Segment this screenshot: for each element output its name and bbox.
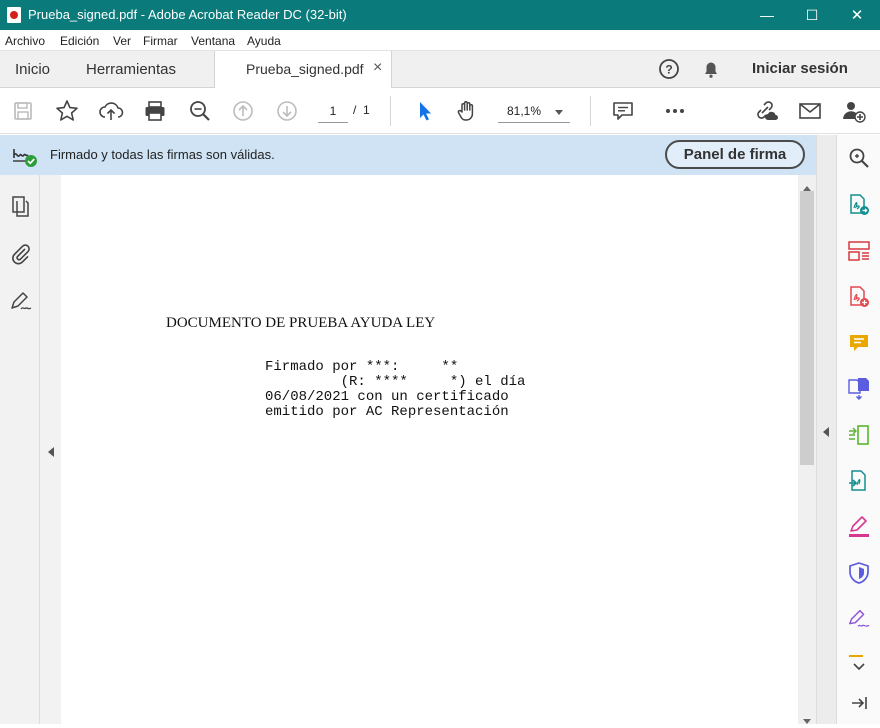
tab-close-icon[interactable]: ×: [373, 59, 382, 77]
next-page-icon[interactable]: [273, 97, 301, 125]
page-total-label: / 1: [353, 103, 370, 117]
create-pdf-icon[interactable]: [847, 285, 871, 309]
vertical-scrollbar[interactable]: [798, 175, 816, 724]
search-zoom-icon[interactable]: [847, 146, 871, 170]
document-line-4: emitido por AC Representación: [265, 404, 509, 420]
signature-pen-icon[interactable]: [8, 289, 34, 313]
chevron-down-icon: [554, 105, 564, 120]
bookmark-star-icon[interactable]: [53, 97, 81, 125]
signature-panel-button[interactable]: Panel de firma: [665, 140, 805, 169]
zoom-dropdown[interactable]: 81,1%: [498, 101, 570, 123]
zoom-value: 81,1%: [507, 104, 542, 118]
right-panel-collapse[interactable]: [816, 135, 836, 724]
maximize-button[interactable]: ☐: [789, 0, 835, 30]
menu-ventana[interactable]: Ventana: [191, 34, 235, 48]
document-line-3: 06/08/2021 con un certificado: [265, 389, 509, 405]
hand-tool-icon[interactable]: [453, 97, 481, 125]
print-icon[interactable]: [141, 97, 169, 125]
menu-ver[interactable]: Ver: [113, 34, 131, 48]
tab-document[interactable]: Prueba_signed.pdf ×: [214, 51, 392, 88]
save-icon[interactable]: [9, 97, 37, 125]
attachments-paperclip-icon[interactable]: [9, 242, 33, 266]
toolbar-divider: [590, 96, 591, 126]
menu-archivo[interactable]: Archivo: [5, 34, 45, 48]
toolbar: 1 / 1 81,1%: [0, 88, 880, 134]
document-line-2: (R: **** *) el día: [265, 374, 526, 390]
share-pdf-icon[interactable]: [847, 469, 871, 493]
scrollbar-thumb[interactable]: [800, 191, 814, 465]
request-signature-icon[interactable]: [847, 607, 871, 631]
comment-icon[interactable]: [609, 97, 637, 125]
left-navigation-panel: [0, 175, 40, 724]
document-page: DOCUMENTO DE PRUEBA AYUDA LEY Firmado po…: [61, 175, 798, 724]
combine-files-icon[interactable]: [847, 377, 871, 401]
organize-pages-icon[interactable]: [847, 239, 871, 263]
protect-shield-icon[interactable]: [847, 561, 871, 585]
document-heading: DOCUMENTO DE PRUEBA AYUDA LEY: [166, 315, 436, 331]
menu-edicion[interactable]: Edición: [60, 34, 99, 48]
svg-text:?: ?: [665, 63, 672, 77]
email-icon[interactable]: [796, 97, 824, 125]
fill-and-sign-icon[interactable]: [847, 515, 871, 539]
menu-firmar[interactable]: Firmar: [143, 34, 178, 48]
left-panel-collapse[interactable]: [40, 175, 61, 724]
notification-bell-icon[interactable]: [700, 58, 722, 80]
select-cursor-icon[interactable]: [410, 97, 438, 125]
toolbar-divider: [390, 96, 391, 126]
title-bar: Prueba_signed.pdf - Adobe Acrobat Reader…: [0, 0, 880, 30]
comment-tool-icon[interactable]: [847, 331, 871, 355]
collapse-right-arrow-icon[interactable]: [822, 425, 830, 440]
export-pdf-icon[interactable]: [847, 193, 871, 217]
page-number-input[interactable]: 1: [318, 101, 348, 123]
window-title: Prueba_signed.pdf - Adobe Acrobat Reader…: [28, 7, 347, 22]
more-options-icon[interactable]: [661, 97, 689, 125]
signature-valid-icon: [11, 143, 39, 169]
minimize-button[interactable]: —: [744, 0, 790, 30]
share-link-icon[interactable]: [752, 97, 780, 125]
page-thumbnails-icon[interactable]: [9, 195, 33, 219]
pdf-app-icon: [7, 7, 21, 23]
scroll-down-arrow-icon[interactable]: [803, 713, 811, 728]
collapse-left-arrow-icon[interactable]: [47, 445, 55, 460]
tab-herramientas[interactable]: Herramientas: [86, 51, 176, 88]
cloud-upload-icon[interactable]: [97, 97, 125, 125]
edit-pdf-icon[interactable]: [847, 423, 871, 447]
close-window-button[interactable]: ✕: [834, 0, 880, 30]
document-line-1: Firmado por ***: **: [265, 359, 459, 375]
zoom-search-icon[interactable]: [186, 97, 214, 125]
help-icon[interactable]: ?: [658, 58, 680, 80]
previous-page-icon[interactable]: [229, 97, 257, 125]
tab-inicio[interactable]: Inicio: [15, 51, 50, 88]
menu-bar: Archivo Edición Ver Firmar Ventana Ayuda: [0, 30, 880, 51]
collapse-pane-icon[interactable]: [847, 691, 871, 715]
tools-pane: [836, 135, 880, 724]
menu-ayuda[interactable]: Ayuda: [247, 34, 281, 48]
add-user-icon[interactable]: [840, 97, 868, 125]
tab-bar: Inicio Herramientas Prueba_signed.pdf × …: [0, 51, 880, 88]
more-tools-chevron-icon[interactable]: [847, 655, 871, 679]
signature-status-message: Firmado y todas las firmas son válidas.: [50, 147, 275, 162]
tab-document-label: Prueba_signed.pdf: [246, 61, 364, 77]
signin-button[interactable]: Iniciar sesión: [752, 60, 848, 77]
